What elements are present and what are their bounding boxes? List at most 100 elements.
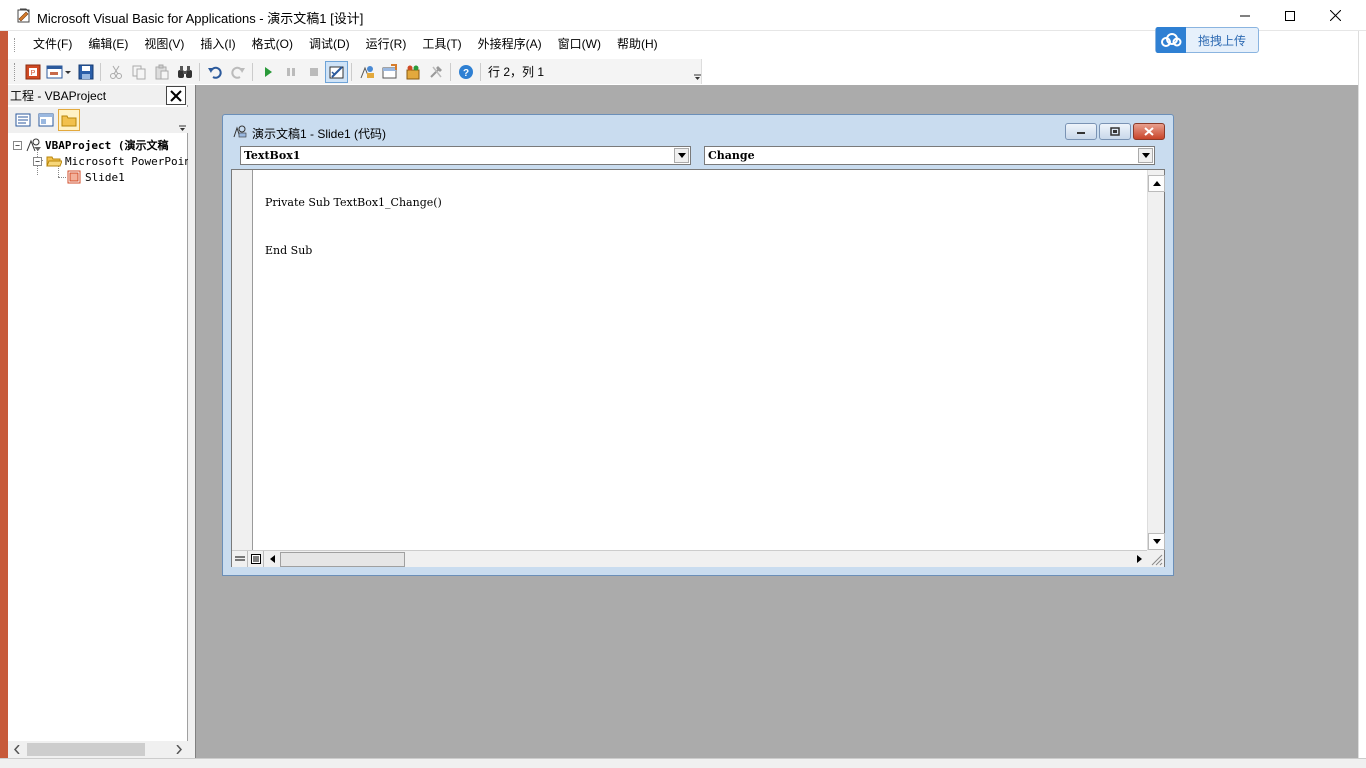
tree-node-slide1[interactable]: Slide1 xyxy=(66,169,125,185)
standard-toolbar: P ? 行 2，列 1 xyxy=(8,58,1358,85)
scroll-left-button[interactable] xyxy=(264,551,281,567)
toggle-folders-button[interactable] xyxy=(58,109,80,131)
find-button[interactable] xyxy=(173,61,196,83)
chevron-down-icon xyxy=(1152,539,1161,544)
folder-open-icon xyxy=(46,154,62,168)
tree-label: VBAProject (演示文稿 xyxy=(45,139,169,152)
project-panel-header: 工程 - VBAProject xyxy=(8,85,188,105)
menu-format[interactable]: 格式(O) xyxy=(244,31,301,58)
upload-label: 拖拽上传 xyxy=(1197,33,1246,48)
minimize-icon xyxy=(1240,15,1250,16)
chevron-right-icon xyxy=(1137,555,1142,563)
cursor-position-status: 行 2，列 1 xyxy=(488,65,545,79)
menu-edit[interactable]: 编辑(E) xyxy=(80,31,136,58)
menu-help[interactable]: 帮助(H) xyxy=(609,31,666,58)
view-object-button[interactable] xyxy=(35,109,57,131)
insert-userform-button[interactable] xyxy=(44,61,74,83)
project-panel-title: 工程 - VBAProject xyxy=(10,89,107,103)
toolbar-separator xyxy=(252,62,253,81)
collapse-toggle[interactable]: − xyxy=(33,156,42,166)
menu-debug[interactable]: 调试(D) xyxy=(301,31,358,58)
scroll-down-button[interactable] xyxy=(1148,533,1165,550)
svg-text:?: ? xyxy=(462,68,468,79)
chevron-up-icon xyxy=(1152,181,1161,186)
close-icon xyxy=(1329,10,1341,21)
object-browser-icon xyxy=(406,65,419,79)
toolbox-button[interactable] xyxy=(424,61,447,83)
scrollbar-thumb[interactable] xyxy=(27,743,145,756)
properties-icon xyxy=(382,63,397,78)
procedure-combo[interactable]: Change xyxy=(704,146,1155,165)
resize-grip[interactable] xyxy=(1147,550,1164,567)
cut-icon xyxy=(109,65,122,79)
vba-app-icon[interactable] xyxy=(16,7,32,23)
paste-icon xyxy=(155,64,168,79)
cut-button[interactable] xyxy=(104,61,127,83)
code-text[interactable]: Private Sub TextBox1_Change() End Sub xyxy=(265,173,442,293)
upload-button[interactable]: 拖拽上传 xyxy=(1155,27,1259,53)
menu-tools[interactable]: 工具(T) xyxy=(414,31,469,58)
full-module-view-icon xyxy=(250,554,261,564)
menu-run[interactable]: 运行(R) xyxy=(358,31,415,58)
save-button[interactable] xyxy=(74,61,97,83)
close-button[interactable] xyxy=(1312,0,1358,31)
view-powerpoint-button[interactable]: P xyxy=(21,61,44,83)
menu-view[interactable]: 视图(V) xyxy=(136,31,192,58)
help-button[interactable]: ? xyxy=(454,61,477,83)
procedure-view-button[interactable] xyxy=(232,551,248,567)
scrollbar-thumb[interactable] xyxy=(280,552,405,567)
code-line[interactable]: Private Sub TextBox1_Change() xyxy=(265,197,442,209)
view-code-button[interactable] xyxy=(12,109,34,131)
code-window-title-bar[interactable]: 演示文稿1 - Slide1 (代码) xyxy=(223,115,1173,145)
toolbar-grip[interactable] xyxy=(14,62,17,81)
menu-addins[interactable]: 外接程序(A) xyxy=(470,31,550,58)
tree-node-vbaproject[interactable]: − VBAProject (演示文稿 xyxy=(13,137,168,153)
break-button[interactable] xyxy=(279,61,302,83)
object-combo[interactable]: TextBox1 xyxy=(240,146,691,165)
scroll-up-button[interactable] xyxy=(1148,175,1165,192)
code-window-close-button[interactable] xyxy=(1133,123,1165,140)
code-window-minimize-button[interactable] xyxy=(1065,123,1097,140)
chevron-down-icon xyxy=(677,153,686,158)
toolbox-icon xyxy=(429,65,442,78)
menu-grip[interactable] xyxy=(14,37,17,52)
tree-label: Slide1 xyxy=(85,170,125,184)
maximize-button[interactable] xyxy=(1267,0,1313,31)
project-panel-horizontal-scrollbar[interactable] xyxy=(8,741,188,758)
collapse-toggle[interactable]: − xyxy=(13,140,22,150)
code-vertical-scrollbar[interactable] xyxy=(1147,170,1165,550)
chevron-down-icon xyxy=(693,74,701,80)
project-explorer-button[interactable] xyxy=(355,61,378,83)
redo-button[interactable] xyxy=(226,61,249,83)
code-editor[interactable]: Private Sub TextBox1_Change() End Sub xyxy=(231,169,1165,567)
paste-button[interactable] xyxy=(150,61,173,83)
code-line[interactable]: End Sub xyxy=(265,245,442,257)
procedure-combo-dropdown-button[interactable] xyxy=(1138,148,1153,163)
panel-splitter[interactable] xyxy=(188,85,195,758)
chevron-down-icon xyxy=(1141,153,1150,158)
object-browser-button[interactable] xyxy=(401,61,424,83)
run-button[interactable] xyxy=(256,61,279,83)
code-window-restore-button[interactable] xyxy=(1099,123,1131,140)
scroll-left-button[interactable] xyxy=(8,741,25,758)
breakpoint-margin[interactable] xyxy=(232,170,253,550)
menu-file[interactable]: 文件(F) xyxy=(25,31,80,58)
design-mode-button[interactable] xyxy=(325,60,348,83)
code-horizontal-scrollbar[interactable] xyxy=(232,550,1148,567)
reset-button[interactable] xyxy=(302,61,325,83)
full-module-view-button[interactable] xyxy=(248,551,264,567)
toolbar-options-button[interactable] xyxy=(692,58,702,83)
copy-button[interactable] xyxy=(127,61,150,83)
tree-label: Microsoft PowerPoint xyxy=(65,154,198,168)
project-panel-close-button[interactable] xyxy=(166,86,186,105)
tree-node-powerpoint-objects[interactable]: − Microsoft PowerPoint xyxy=(33,153,197,169)
undo-button[interactable] xyxy=(203,61,226,83)
menu-window[interactable]: 窗口(W) xyxy=(550,31,609,58)
scroll-right-button[interactable] xyxy=(170,741,187,758)
menu-insert[interactable]: 插入(I) xyxy=(192,31,243,58)
scroll-right-button[interactable] xyxy=(1131,551,1148,567)
properties-window-button[interactable] xyxy=(378,61,401,83)
maximize-icon xyxy=(1285,10,1295,21)
panel-toolbar-options-button[interactable] xyxy=(177,109,187,131)
object-combo-dropdown-button[interactable] xyxy=(674,148,689,163)
